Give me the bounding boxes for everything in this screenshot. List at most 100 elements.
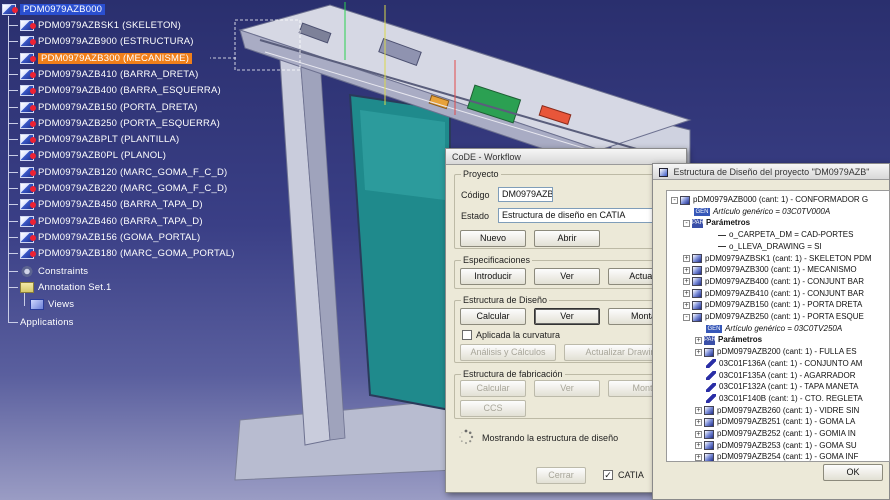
structure-row[interactable]: 03C01F132A (cant: 1) - TAPA MANETA [695, 381, 858, 393]
tree-node-component[interactable]: PDM0979AZB0PL (PLANOL) [8, 148, 166, 163]
calcular-fabricacion-button[interactable]: Calcular [460, 380, 526, 397]
tree-node-constraints[interactable]: Constraints [8, 264, 88, 279]
product-icon [20, 183, 36, 194]
tree-node-component[interactable]: PDM0979AZB300 (MECANISME) [8, 51, 193, 66]
tree-node-component[interactable]: PDM0979AZB450 (BARRA_TAPA_D) [8, 197, 203, 212]
tree-node-component[interactable]: PDM0979AZBSK1 (SKELETON) [8, 18, 181, 33]
tree-node-applications[interactable]: Applications [8, 315, 74, 330]
expand-icon[interactable]: + [695, 348, 702, 356]
structure-row[interactable]: + pDM0979AZB150 (cant: 1) - PORTA DRETA [683, 299, 862, 311]
tree-node-views[interactable]: Views [30, 297, 74, 312]
tree-node-component[interactable]: PDM0979AZB900 (ESTRUCTURA) [8, 34, 194, 49]
tree-node-label: PDM0979AZB0PL (PLANOL) [38, 150, 167, 162]
tree-connector [8, 57, 18, 59]
expand-icon[interactable]: + [683, 301, 690, 309]
expand-icon[interactable]: + [695, 336, 702, 344]
structure-row[interactable]: + pDM0979AZB410 (cant: 1) - CONJUNT BAR [683, 288, 864, 300]
tree-applications-label: Applications [20, 317, 74, 328]
structure-row[interactable]: GEN Artículo genérico = 03C0TV000A [683, 206, 830, 218]
expand-icon[interactable]: + [695, 407, 702, 415]
tree-views-label: Views [48, 299, 75, 310]
calcular-diseno-button[interactable]: Calcular [460, 308, 526, 325]
article-icon [706, 394, 716, 404]
ver-especificaciones-button[interactable]: Ver [534, 268, 600, 285]
structure-row[interactable]: GEN Artículo genérico = 03C0TV250A [695, 323, 842, 335]
tree-node-component[interactable]: PDM0979AZB410 (BARRA_DRETA) [8, 67, 198, 82]
structure-row[interactable]: + pDM0979AZB300 (cant: 1) - MECANISMO [683, 264, 857, 276]
aplicada-curvatura-checkbox[interactable] [462, 330, 472, 340]
tree-node-component[interactable]: PDM0979AZB400 (BARRA_ESQUERRA) [8, 83, 221, 98]
tree-node-component[interactable]: PDM0979AZB156 (GOMA_PORTAL) [8, 230, 200, 245]
structure-row[interactable]: + pDM0979AZB254 (cant: 1) - GOMA INF [695, 451, 859, 462]
structure-row[interactable]: + pDM0979AZB252 (cant: 1) - GOMIA IN [695, 428, 856, 440]
expand-icon[interactable]: + [695, 430, 702, 438]
structure-row[interactable]: 03C01F136A (cant: 1) - CONJUNTO AM [695, 358, 862, 370]
expand-icon[interactable]: + [695, 418, 702, 426]
structure-row[interactable]: o_CARPETA_DM = CAD-PORTES [707, 229, 853, 241]
structure-tree-list[interactable]: - pDM0979AZB000 (cant: 1) - CONFORMADOR G… [666, 190, 890, 462]
tree-node-component[interactable]: PDM0979AZB120 (MARC_GOMA_F_C_D) [8, 165, 227, 180]
structure-row[interactable]: + PAR Parámetros [695, 334, 762, 346]
part-icon [692, 277, 702, 287]
ver-diseno-button[interactable]: Ver [534, 308, 600, 325]
structure-row[interactable]: - pDM0979AZB000 (cant: 1) - CONFORMADOR G [671, 194, 868, 206]
part-icon [704, 452, 714, 461]
workflow-window[interactable]: CoDE - Workflow Proyecto Código DM0979AZ… [445, 148, 687, 493]
cerrar-button[interactable]: Cerrar [536, 467, 586, 484]
structure-row[interactable]: - PAR Parámetros [683, 217, 750, 229]
part-icon [704, 429, 714, 439]
product-icon [20, 231, 36, 243]
structure-row-text: Artículo genérico = 03C0TV000A [713, 206, 831, 216]
codigo-field[interactable]: DM0979AZB [498, 187, 553, 202]
structure-row[interactable]: + pDM0979AZB200 (cant: 1) - FULLA ES [695, 346, 857, 358]
workflow-titlebar[interactable]: CoDE - Workflow [446, 149, 686, 165]
introducir-button[interactable]: Introducir [460, 268, 526, 285]
product-icon [20, 36, 36, 48]
tree-connector [8, 171, 18, 173]
catia-checkbox[interactable]: ✓ [603, 470, 613, 480]
structure-row[interactable]: + pDM0979AZB253 (cant: 1) - GOMA SU [695, 440, 857, 452]
analisis-calculos-button[interactable]: Análisis y Cálculos [460, 344, 556, 361]
expand-icon[interactable]: + [695, 453, 702, 461]
structure-row[interactable]: - pDM0979AZB250 (cant: 1) - PORTA ESQUE [683, 311, 864, 323]
structure-row[interactable]: + pDM0979AZBSK1 (cant: 1) - SKELETON PDM [683, 253, 872, 265]
tree-node-component[interactable]: PDM0979AZB460 (BARRA_TAPA_D) [8, 214, 203, 229]
tree-node-component[interactable]: PDM0979AZB150 (PORTA_DRETA) [8, 100, 198, 115]
nuevo-button[interactable]: Nuevo [460, 230, 526, 247]
tree-node-component[interactable]: PDM0979AZB180 (MARC_GOMA_PORTAL) [8, 246, 235, 261]
expand-icon[interactable]: + [683, 266, 690, 274]
structure-row[interactable]: + pDM0979AZB260 (cant: 1) - VIDRE SIN [695, 405, 859, 417]
tree-node-annotation-set[interactable]: Annotation Set.1 [8, 280, 111, 295]
ok-button[interactable]: OK [823, 464, 883, 481]
expand-icon[interactable]: + [683, 290, 690, 298]
structure-row-text: pDM0979AZB400 (cant: 1) - CONJUNT BAR [705, 276, 865, 286]
ver-fabricacion-button[interactable]: Ver [534, 380, 600, 397]
expand-icon[interactable]: + [683, 255, 690, 262]
abrir-button[interactable]: Abrir [534, 230, 600, 247]
structure-row[interactable]: + pDM0979AZB400 (cant: 1) - CONJUNT BAR [683, 276, 864, 288]
tree-node-label: PDM0979AZB460 (BARRA_TAPA_D) [38, 215, 203, 227]
part-icon [704, 347, 714, 357]
structure-row-text: pDM0979AZB254 (cant: 1) - GOMA INF [717, 452, 859, 462]
structure-row[interactable]: + pDM0979AZB251 (cant: 1) - GOMA LA [695, 416, 855, 428]
tree-node-component[interactable]: PDM0979AZBPLT (PLANTILLA) [8, 132, 179, 147]
structure-titlebar[interactable]: Estructura de Diseño del proyecto "DM097… [653, 164, 889, 180]
glass-reflection [360, 110, 445, 200]
tree-node-component[interactable]: PDM0979AZB220 (MARC_GOMA_F_C_D) [8, 181, 227, 196]
structure-window[interactable]: Estructura de Diseño del proyecto "DM097… [652, 163, 890, 500]
collapse-icon[interactable]: - [671, 196, 678, 204]
expand-icon[interactable]: + [683, 278, 690, 286]
collapse-icon[interactable]: - [683, 313, 690, 321]
tree-node-component[interactable]: PDM0979AZB250 (PORTA_ESQUERRA) [8, 116, 220, 131]
structure-row[interactable]: 03C01F135A (cant: 1) - AGARRADOR [695, 370, 856, 382]
expand-icon[interactable]: + [695, 442, 702, 450]
tree-root-node[interactable]: PDM0979AZB000 [2, 2, 106, 17]
product-icon [20, 134, 36, 146]
structure-row[interactable]: o_LLEVA_DRAWING = SI [707, 241, 822, 253]
structure-row[interactable]: 03C01F140B (cant: 1) - CTO. REGLETA [695, 393, 863, 405]
structure-row-text: pDM0979AZB260 (cant: 1) - VIDRE SIN [717, 405, 860, 415]
collapse-icon[interactable]: - [683, 219, 690, 227]
part-icon [704, 417, 714, 427]
ccs-button[interactable]: CCS [460, 400, 526, 417]
estado-field[interactable]: Estructura de diseño en CATIA [498, 208, 678, 223]
